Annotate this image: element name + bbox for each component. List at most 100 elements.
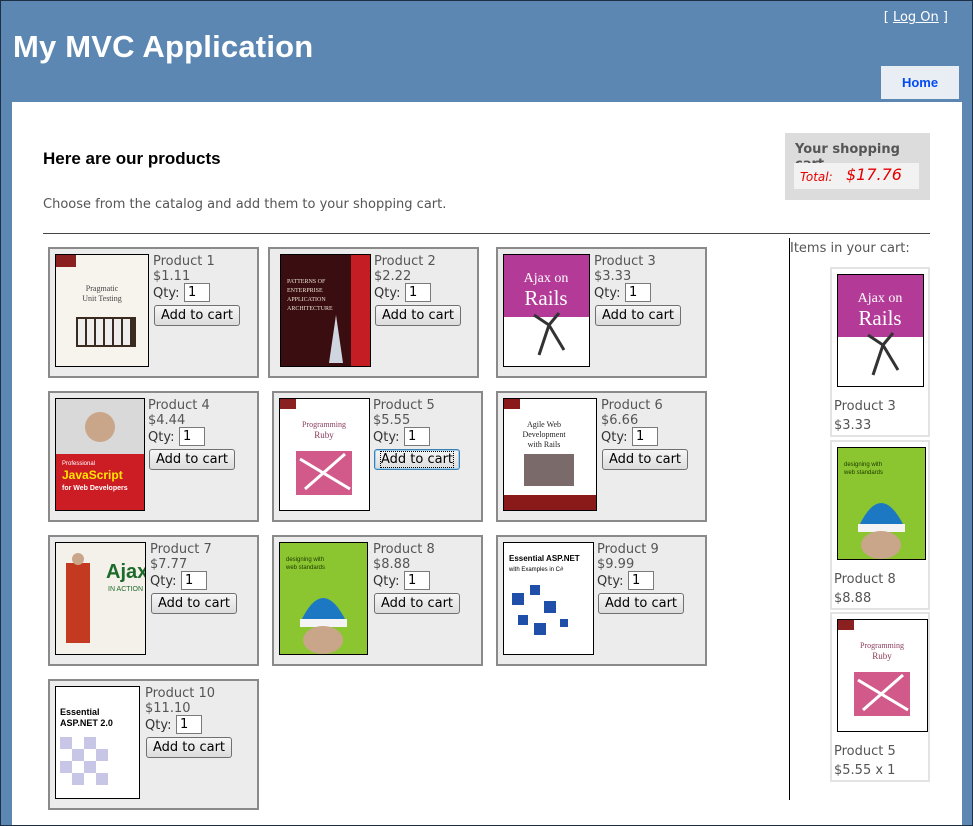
svg-text:ARCHITECTURE: ARCHITECTURE	[287, 306, 333, 312]
page-intro: Choose from the catalog and add them to …	[43, 197, 447, 212]
add-to-cart-button[interactable]: Add to cart	[149, 449, 235, 470]
product-card: Agile Web Development with Rails Product…	[496, 391, 707, 522]
add-to-cart-label: Add to cart	[380, 596, 454, 611]
add-to-cart-label: Add to cart	[381, 308, 455, 323]
book-cover-image: Essential ASP.NET 2.0	[55, 686, 140, 799]
menu-tab-home[interactable]: Home	[881, 66, 959, 99]
add-to-cart-label: Add to cart	[601, 308, 675, 323]
product-name: Product 3	[594, 254, 656, 269]
qty-label: Qty:	[148, 430, 175, 445]
product-price: $6.66	[601, 413, 639, 428]
qty-label: Qty:	[594, 286, 621, 301]
cover-art: Programming Ruby	[280, 399, 369, 510]
app-title: My MVC Application	[13, 29, 314, 64]
book-cover-image: Ajax IN ACTION	[55, 542, 146, 655]
product-price: $7.77	[150, 557, 188, 572]
cart-item-cover: Ajax on Rails	[837, 274, 924, 387]
svg-text:with Rails: with Rails	[528, 440, 561, 449]
cart-item-cover: designing with web standards	[837, 447, 926, 560]
qty-label: Qty:	[373, 574, 400, 589]
product-price: $3.33	[594, 269, 632, 284]
svg-text:Ajax on: Ajax on	[524, 271, 569, 286]
cover-art: Essential ASP.NET 2.0	[56, 687, 139, 798]
add-to-cart-button[interactable]: Add to cart	[154, 305, 240, 326]
qty-input[interactable]: 1	[404, 571, 430, 590]
product-card: Ajax on Rails Product 3 $3.33 Qty: 1 Add…	[496, 247, 707, 378]
cover-art: Agile Web Development with Rails	[504, 399, 596, 510]
product-name: Product 4	[148, 398, 210, 413]
add-to-cart-button[interactable]: Add to cart	[151, 593, 237, 614]
cover-art: designing with web standards	[280, 543, 367, 654]
svg-text:Rails: Rails	[858, 306, 901, 330]
book-cover-image: Essential ASP.NET with Examples in C#	[503, 542, 594, 655]
add-to-cart-label: Add to cart	[157, 596, 231, 611]
svg-text:Ruby: Ruby	[314, 430, 334, 440]
product-price: $9.99	[597, 557, 635, 572]
add-to-cart-label: Add to cart	[379, 451, 455, 468]
qty-input[interactable]: 1	[625, 283, 651, 302]
svg-text:web standards: web standards	[285, 565, 325, 571]
cart-item-price: $8.88	[834, 591, 872, 606]
qty-label: Qty:	[153, 286, 180, 301]
svg-text:with Examples in C#: with Examples in C#	[508, 567, 564, 573]
add-to-cart-label: Add to cart	[152, 740, 226, 755]
cover-art: Essential ASP.NET with Examples in C#	[504, 543, 593, 654]
cart-item-name: Product 8	[834, 572, 896, 587]
cart-item: designing with web standards Product 8 $…	[830, 440, 930, 610]
svg-text:Ruby: Ruby	[872, 651, 892, 661]
cart-item: Programming Ruby Product 5 $5.55 x 1	[830, 612, 930, 782]
svg-text:Unit Testing: Unit Testing	[82, 294, 122, 303]
qty-label: Qty:	[597, 574, 624, 589]
product-card: Ajax IN ACTION Product 7 $7.77 Qty: 1 Ad…	[48, 535, 259, 666]
svg-text:JavaScript: JavaScript	[62, 468, 123, 482]
qty-input[interactable]: 1	[404, 427, 430, 446]
svg-text:Professional: Professional	[62, 461, 95, 467]
svg-text:for Web Developers: for Web Developers	[62, 485, 128, 492]
svg-text:Programming: Programming	[302, 420, 346, 429]
cover-art: Professional JavaScript for Web Develope…	[56, 399, 144, 510]
product-card: Essential ASP.NET 2.0 Product 10 $11.10 …	[48, 679, 259, 810]
svg-text:designing with: designing with	[286, 557, 324, 563]
cart-divider	[789, 238, 790, 800]
add-to-cart-button[interactable]: Add to cart	[602, 449, 688, 470]
qty-input[interactable]: 1	[176, 715, 202, 734]
product-card: PATTERNS OF ENTERPRISE APPLICATION ARCHI…	[268, 247, 479, 378]
qty-input[interactable]: 1	[628, 571, 654, 590]
login-bracket-open: [	[883, 10, 889, 25]
add-to-cart-button[interactable]: Add to cart	[595, 305, 681, 326]
add-to-cart-button[interactable]: Add to cart	[598, 593, 684, 614]
svg-text:Programming: Programming	[860, 641, 904, 650]
login-bracket-close: ]	[942, 10, 948, 25]
qty-input[interactable]: 1	[405, 283, 431, 302]
add-to-cart-button[interactable]: Add to cart	[374, 593, 460, 614]
main-content: Here are our products Choose from the ca…	[12, 102, 962, 825]
add-to-cart-label: Add to cart	[155, 452, 229, 467]
product-name: Product 7	[150, 542, 212, 557]
product-card: Professional JavaScript for Web Develope…	[48, 391, 259, 522]
qty-input[interactable]: 1	[181, 571, 207, 590]
add-to-cart-button[interactable]: Add to cart	[374, 449, 460, 470]
svg-text:Pragmatic: Pragmatic	[86, 284, 119, 293]
add-to-cart-button[interactable]: Add to cart	[375, 305, 461, 326]
log-on-link[interactable]: Log On	[893, 10, 939, 25]
product-price: $1.11	[153, 269, 191, 284]
cover-art: Programming Ruby	[838, 620, 927, 731]
cart-item-cover: Programming Ruby	[837, 619, 928, 732]
cart-item-price: $3.33	[834, 418, 872, 433]
cart-item-name: Product 5	[834, 744, 896, 759]
qty-label: Qty:	[601, 430, 628, 445]
add-to-cart-label: Add to cart	[604, 596, 678, 611]
qty-input[interactable]: 1	[184, 283, 210, 302]
qty-input[interactable]: 1	[632, 427, 658, 446]
qty-label: Qty:	[374, 286, 401, 301]
qty-input[interactable]: 1	[179, 427, 205, 446]
svg-text:Rails: Rails	[524, 286, 567, 310]
product-price: $2.22	[374, 269, 412, 284]
book-cover-image: PATTERNS OF ENTERPRISE APPLICATION ARCHI…	[280, 254, 371, 367]
svg-text:IN ACTION: IN ACTION	[108, 586, 143, 593]
add-to-cart-button[interactable]: Add to cart	[146, 737, 232, 758]
product-name: Product 6	[601, 398, 663, 413]
product-name: Product 1	[153, 254, 215, 269]
book-cover-image: Pragmatic Unit Testing	[55, 254, 149, 367]
product-price: $8.88	[373, 557, 411, 572]
